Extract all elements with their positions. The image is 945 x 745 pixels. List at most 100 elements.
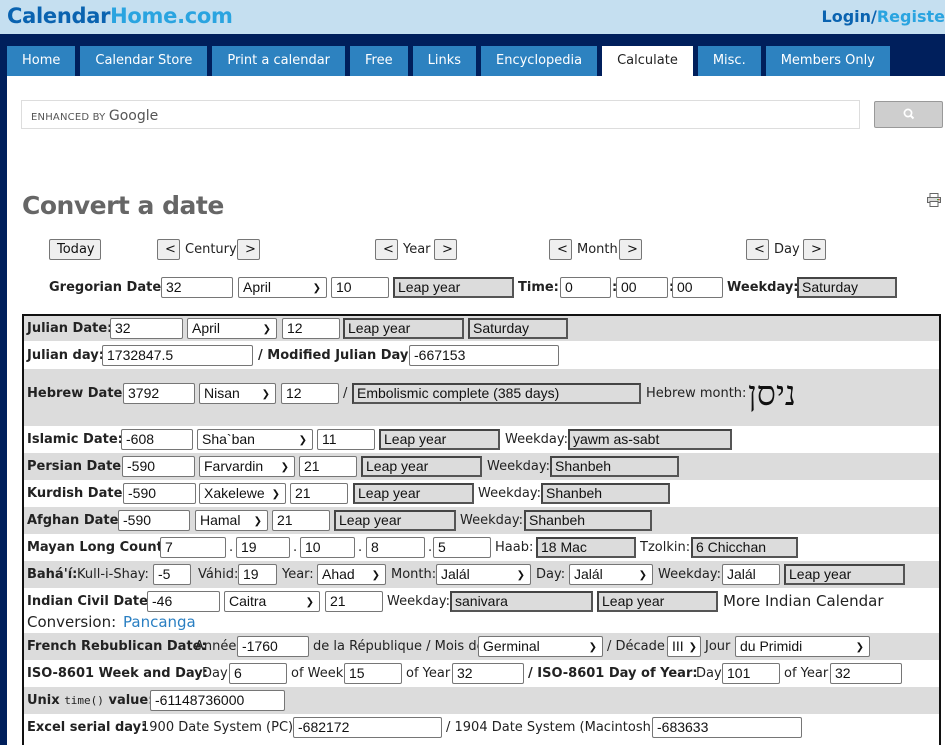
kurdish-year-input[interactable]: -590 [123, 483, 196, 504]
selected-value: April [243, 279, 272, 295]
mayan-uinal-input[interactable]: 8 [366, 537, 425, 558]
pancanga-link[interactable]: Pancanga [123, 613, 196, 631]
selected-value: Germinal [483, 638, 540, 654]
selected-value: Ahad [322, 566, 355, 582]
kurdish-month-select[interactable]: Xakelewe ❯ [199, 483, 286, 504]
islamic-weekday-field: yawm as-sabt [568, 429, 732, 450]
tab-links[interactable]: Links [412, 46, 477, 76]
gregorian-day-input[interactable]: 10 [331, 277, 389, 298]
tab-calendar-store[interactable]: Calendar Store [80, 46, 208, 76]
persian-weekday-label: Weekday: [487, 459, 550, 474]
hebrew-month-select[interactable]: Nisan ❯ [199, 383, 276, 404]
bahai-month-select[interactable]: Jalál ❯ [436, 564, 531, 585]
bahai-weekday-input[interactable]: Jalál [722, 564, 780, 585]
mayan-katun-input[interactable]: 19 [236, 537, 290, 558]
hebrew-month-label: Hebrew month: [646, 386, 747, 401]
minute-input[interactable]: 00 [616, 277, 668, 298]
afghan-day-input[interactable]: 21 [272, 510, 330, 531]
chevron-down-icon: ❯ [305, 597, 314, 608]
day-next-button[interactable]: > [803, 239, 826, 260]
iso-day-input[interactable]: 6 [229, 663, 287, 684]
haab-field: 18 Mac [536, 537, 636, 558]
tab-members-only[interactable]: Members Only [765, 46, 890, 76]
excel-pc-input[interactable]: -682172 [293, 717, 442, 738]
afghan-label: Afghan Date: [27, 513, 124, 528]
year-prev-button[interactable]: < [375, 239, 398, 260]
year-label: Year [403, 242, 431, 257]
century-prev-button[interactable]: < [157, 239, 180, 260]
second-input[interactable]: 00 [672, 277, 723, 298]
day-prev-button[interactable]: < [746, 239, 769, 260]
site-logo[interactable]: CalendarHome.com [7, 4, 233, 28]
afghan-leap-field: Leap year [334, 510, 456, 531]
year-next-button[interactable]: > [434, 239, 457, 260]
tab-calculate[interactable]: Calculate [602, 46, 693, 76]
islamic-month-select[interactable]: Sha`ban ❯ [197, 429, 313, 450]
gregorian-year-input[interactable]: 32 [161, 277, 233, 298]
islamic-day-input[interactable]: 11 [317, 429, 375, 450]
register-link[interactable]: Registe [877, 7, 945, 26]
excel-mac-input[interactable]: -683633 [652, 717, 802, 738]
selected-value: Xakelewe [204, 485, 265, 501]
mayan-dot: . [229, 540, 234, 555]
mayan-tun-input[interactable]: 10 [300, 537, 355, 558]
persian-label: Persian Date: [27, 459, 127, 474]
kurdish-day-input[interactable]: 21 [290, 483, 348, 504]
login-link[interactable]: Login [822, 7, 872, 26]
hebrew-year-input[interactable]: 3792 [123, 383, 195, 404]
excel-pc-text: 1900 Date System (PC): [141, 720, 298, 735]
gregorian-month-select[interactable]: April ❯ [238, 277, 327, 298]
search-button[interactable] [874, 101, 943, 128]
french-label: French Rebublican Date: [27, 639, 207, 654]
month-next-button[interactable]: > [619, 239, 642, 260]
printer-icon [927, 193, 941, 207]
hebrew-day-input[interactable]: 12 [281, 383, 339, 404]
iso-week-input[interactable]: 15 [344, 663, 402, 684]
afghan-year-input[interactable]: -590 [118, 510, 190, 531]
bahai-day-select[interactable]: Jalál ❯ [569, 564, 653, 585]
persian-day-input[interactable]: 21 [299, 456, 357, 477]
selected-value: Nisan [204, 385, 240, 401]
julian-day-input[interactable]: 1732847.5 [102, 345, 253, 366]
french-month-select[interactable]: Germinal ❯ [478, 636, 603, 657]
vahid-label: Váhid: [198, 567, 239, 582]
tab-home[interactable]: Home [7, 46, 76, 76]
tab-misc[interactable]: Misc. [697, 46, 761, 76]
vahid-input[interactable]: 19 [238, 564, 277, 585]
french-day-select[interactable]: du Primidi ❯ [735, 636, 870, 657]
indian-year-input[interactable]: -46 [147, 591, 220, 612]
month-prev-button[interactable]: < [549, 239, 572, 260]
hour-input[interactable]: 0 [560, 277, 611, 298]
bahai-year-select[interactable]: Ahad ❯ [317, 564, 386, 585]
indian-month-select[interactable]: Caitra ❯ [224, 591, 320, 612]
iso-doy-input[interactable]: 101 [722, 663, 780, 684]
tab-encyclopedia[interactable]: Encyclopedia [481, 46, 598, 76]
mayan-dot: . [358, 540, 363, 555]
print-button[interactable] [927, 193, 941, 211]
indian-label: Indian Civil Date: [27, 594, 154, 609]
indian-day-input[interactable]: 21 [325, 591, 383, 612]
mjd-input[interactable]: -667153 [409, 345, 559, 366]
mayan-kin-input[interactable]: 5 [433, 537, 491, 558]
tab-free[interactable]: Free [350, 46, 408, 76]
persian-month-select[interactable]: Farvardin ❯ [199, 456, 295, 477]
afghan-weekday-field: Shanbeh [524, 510, 652, 531]
gregorian-leap-field: Leap year [393, 277, 514, 298]
tab-print-a-calendar[interactable]: Print a calendar [212, 46, 346, 76]
afghan-month-select[interactable]: Hamal ❯ [195, 510, 268, 531]
mayan-baktun-input[interactable]: 7 [160, 537, 226, 558]
french-year-input[interactable]: -1760 [237, 636, 309, 657]
julian-day-input[interactable]: 12 [282, 318, 340, 339]
french-decade-select[interactable]: III ❯ [667, 636, 701, 657]
unix-time-input[interactable]: -61148736000 [150, 690, 285, 711]
julian-month-select[interactable]: April ❯ [187, 318, 277, 339]
today-button[interactable]: Today [49, 239, 101, 260]
islamic-year-input[interactable]: -608 [121, 429, 193, 450]
iso-year-input[interactable]: 32 [452, 663, 524, 684]
century-next-button[interactable]: > [237, 239, 260, 260]
search-input[interactable]: ENHANCED BY Google [21, 100, 860, 129]
iso-doy-year-input[interactable]: 32 [830, 663, 902, 684]
kull-input[interactable]: -5 [153, 564, 191, 585]
julian-year-input[interactable]: 32 [110, 318, 183, 339]
persian-year-input[interactable]: -590 [122, 456, 195, 477]
